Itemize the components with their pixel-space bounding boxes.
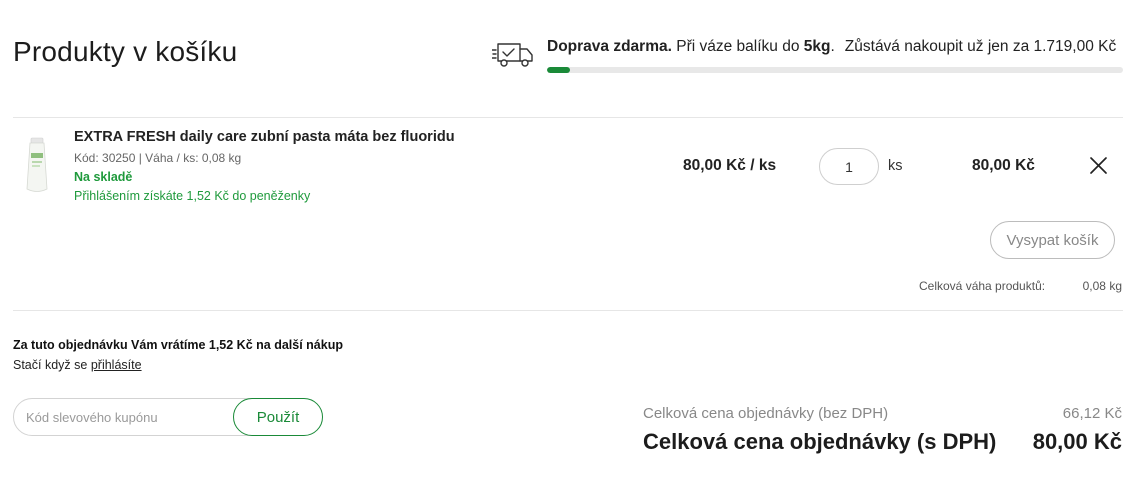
shipping-text-before: Při váze balíku do xyxy=(676,38,800,55)
close-icon[interactable] xyxy=(1088,155,1109,176)
truck-icon xyxy=(492,43,533,67)
product-code-weight: Kód: 30250 | Váha / ks: 0,08 kg xyxy=(74,151,242,165)
refund-subtext: Stačí když se přihlásíte xyxy=(13,358,142,372)
shipping-period: . xyxy=(830,38,835,55)
login-link[interactable]: přihlásíte xyxy=(91,358,142,372)
divider xyxy=(13,117,1123,118)
shipping-remaining: Zůstává nakoupit už jen za 1.719,00 Kč xyxy=(844,38,1117,55)
apply-coupon-button[interactable]: Použít xyxy=(233,398,323,436)
free-shipping-banner: Doprava zdarma. Při váze balíku do 5kg. Z… xyxy=(492,38,1123,78)
total-weight-label: Celková váha produktů: xyxy=(919,279,1046,293)
product-thumbnail[interactable] xyxy=(22,137,52,195)
refund-subtext-label: Stačí když se xyxy=(13,358,88,372)
total-weight-value: 0,08 kg xyxy=(1082,279,1122,293)
net-total-label: Celková cena objednávky (bez DPH) xyxy=(643,405,889,422)
refund-title: Za tuto objednávku Vám vrátíme 1,52 Kč n… xyxy=(13,338,343,352)
gross-total-value: 80,00 Kč xyxy=(1032,429,1122,454)
net-total-value: 66,12 Kč xyxy=(1062,405,1122,422)
wallet-bonus-text: Přihlášením získáte 1,52 Kč do peněženky xyxy=(74,189,311,203)
quantity-input[interactable] xyxy=(819,148,879,185)
shipping-progress-bar xyxy=(547,67,1123,73)
stock-status: Na skladě xyxy=(74,170,133,184)
shipping-headline: Doprava zdarma. xyxy=(547,38,672,55)
product-name[interactable]: EXTRA FRESH daily care zubní pasta máta … xyxy=(74,129,455,145)
gross-total-label: Celková cena objednávky (s DPH) xyxy=(643,429,997,454)
page-title: Produkty v košíku xyxy=(13,36,238,67)
divider xyxy=(13,310,1123,311)
shipping-progress-fill xyxy=(547,67,571,73)
empty-cart-button[interactable]: Vysypat košík xyxy=(990,221,1115,259)
quantity-unit: ks xyxy=(888,158,903,174)
shipping-weight-limit: 5kg xyxy=(803,38,831,55)
shipping-text: Doprava zdarma. Při váze balíku do 5kg. Z… xyxy=(547,38,1116,56)
line-total: 80,00 Kč xyxy=(972,157,1035,174)
unit-price: 80,00 Kč / ks xyxy=(683,157,777,174)
